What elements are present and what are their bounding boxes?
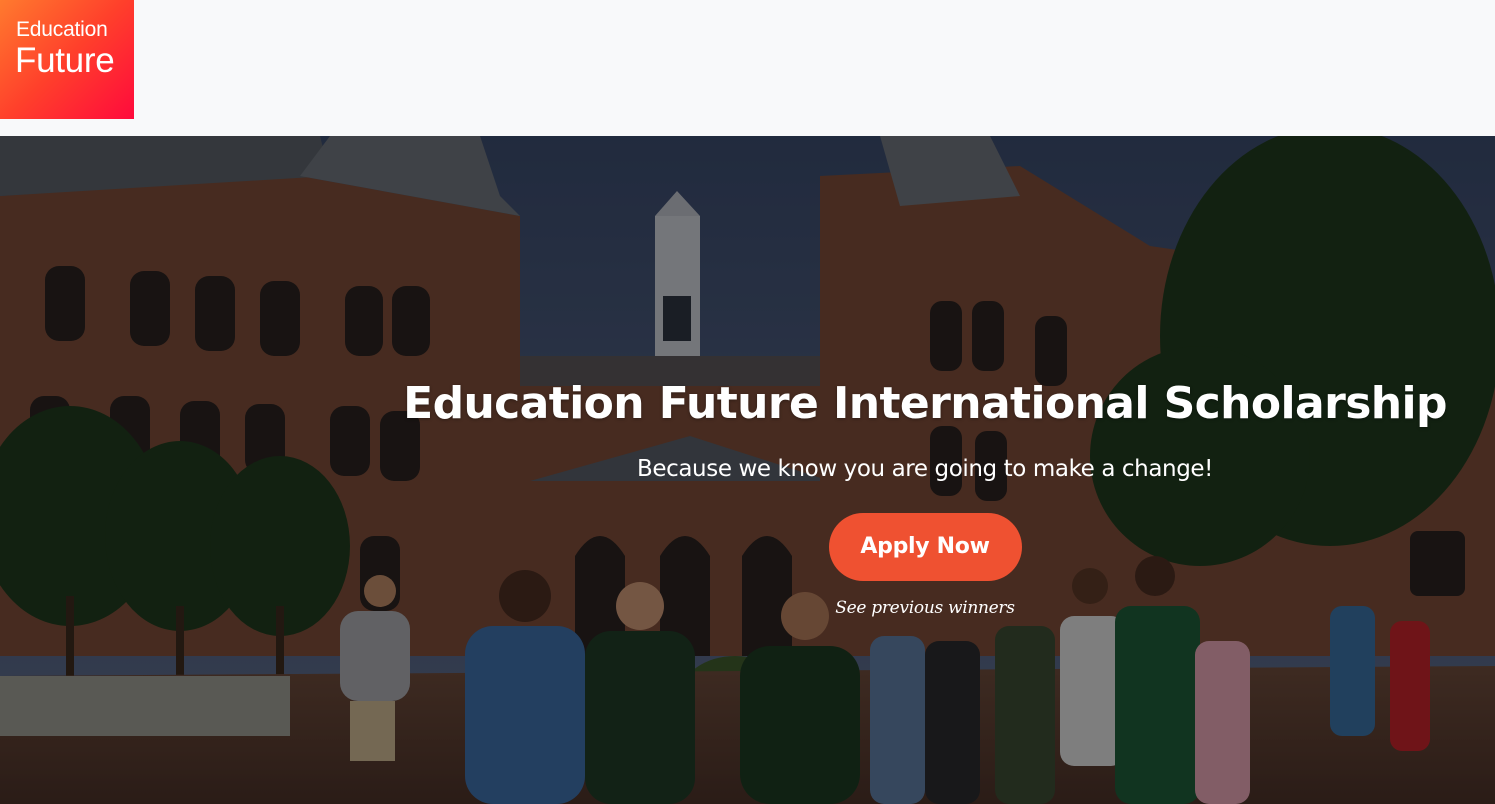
hero-title: Education Future International Scholarsh… [403,378,1447,429]
see-previous-winners-link[interactable]: See previous winners [355,597,1495,619]
top-navbar: Education Future [0,0,1495,136]
logo-text-education: Education [16,18,108,41]
brand-logo[interactable]: Education Future [0,0,134,119]
logo-text-future: Future [15,41,115,80]
page: Education Future Education Future Intern… [0,0,1495,804]
hero-content: Education Future International Scholarsh… [355,374,1495,619]
apply-now-button[interactable]: Apply Now [828,513,1022,581]
hero-subtitle: Because we know you are going to make a … [636,456,1213,482]
hero-section: Education Future International Scholarsh… [0,136,1495,804]
